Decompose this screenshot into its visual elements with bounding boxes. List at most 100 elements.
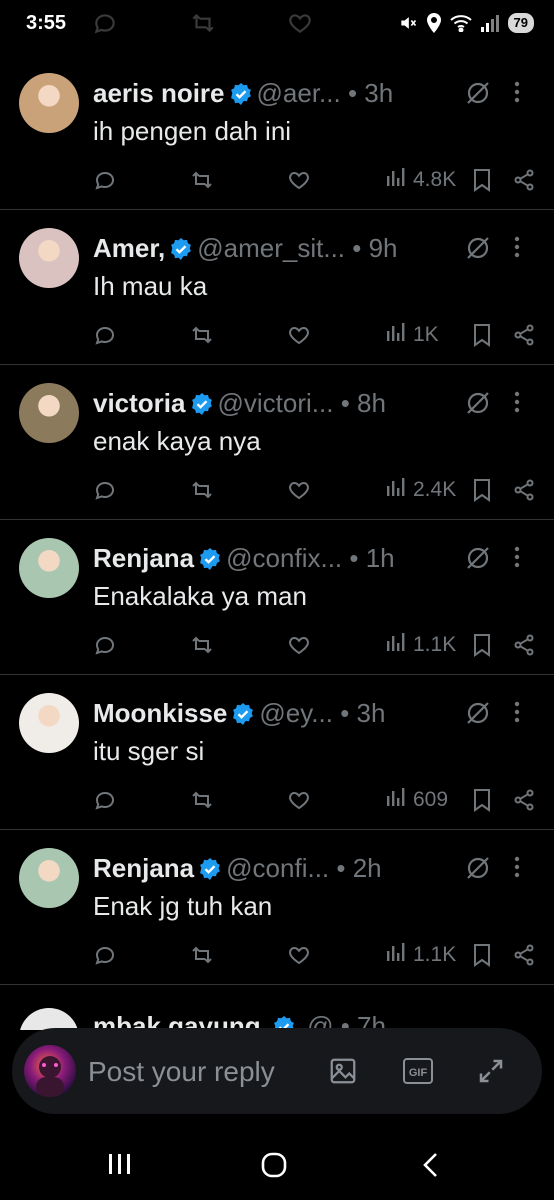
reply-icon[interactable] xyxy=(93,630,117,660)
tweet-author-handle: @amer_sit... xyxy=(197,233,346,263)
expand-icon[interactable] xyxy=(476,1056,506,1091)
retweet-icon[interactable] xyxy=(190,165,214,195)
tweet-time: 8h xyxy=(357,388,386,418)
views-icon xyxy=(385,941,407,969)
reply-icon[interactable] xyxy=(93,940,117,970)
bookmark-icon[interactable] xyxy=(471,785,493,815)
avatar[interactable] xyxy=(19,848,79,908)
views-button[interactable]: 4.8K xyxy=(385,165,456,195)
my-avatar[interactable] xyxy=(24,1045,76,1097)
recent-apps-button[interactable] xyxy=(106,1150,134,1183)
home-button[interactable] xyxy=(259,1150,289,1185)
views-icon xyxy=(385,631,407,659)
grok-icon[interactable] xyxy=(464,699,492,732)
reply-icon[interactable] xyxy=(93,475,117,505)
grok-icon[interactable] xyxy=(464,234,492,267)
like-icon[interactable] xyxy=(287,630,311,660)
tweet-row[interactable]: aeris noire @aer... • 3h ih pengen dah ini… xyxy=(0,55,554,210)
views-count: 609 xyxy=(413,788,449,811)
partial-tweet[interactable]: mbak gayung @ • 7h xyxy=(0,990,554,1030)
grok-icon[interactable] xyxy=(464,854,492,887)
tweet-actions: 2.4K xyxy=(93,475,538,505)
gif-label: GIF xyxy=(409,1067,428,1079)
bookmark-icon[interactable] xyxy=(471,475,493,505)
avatar[interactable] xyxy=(19,228,79,288)
bookmark-icon[interactable] xyxy=(471,630,493,660)
like-icon[interactable] xyxy=(287,940,311,970)
more-icon[interactable] xyxy=(514,856,520,883)
tweet-row[interactable]: Renjana @confix... • 1h Enakalaka ya man 1.… xyxy=(0,520,554,675)
reply-composer: GIF xyxy=(12,1028,542,1114)
views-button[interactable]: 1K xyxy=(385,320,439,350)
bookmark-icon[interactable] xyxy=(471,165,493,195)
views-button[interactable]: 609 xyxy=(385,785,448,815)
tweet-author-name[interactable]: victoria xyxy=(93,388,186,418)
avatar[interactable] xyxy=(19,1008,79,1030)
tweet-author-name[interactable]: Amer, xyxy=(93,233,165,263)
tweet-author-handle: @confix... xyxy=(226,543,343,573)
tweet-header: Moonkisse @ey... • 3h xyxy=(93,697,488,729)
like-icon[interactable] xyxy=(287,785,311,815)
views-icon xyxy=(385,321,407,349)
more-icon[interactable] xyxy=(514,236,520,263)
avatar[interactable] xyxy=(19,538,79,598)
like-icon[interactable] xyxy=(287,165,311,195)
views-button[interactable]: 1.1K xyxy=(385,940,456,970)
views-count: 1.1K xyxy=(413,943,457,966)
verified-icon xyxy=(198,856,222,884)
retweet-icon[interactable] xyxy=(190,940,214,970)
image-icon[interactable] xyxy=(328,1056,358,1091)
reply-icon[interactable] xyxy=(93,320,117,350)
tweet-text: Ih mau ka xyxy=(93,271,208,301)
more-icon[interactable] xyxy=(514,391,520,418)
more-icon[interactable] xyxy=(514,701,520,728)
like-icon[interactable] xyxy=(287,475,311,505)
views-button[interactable]: 1.1K xyxy=(385,630,456,660)
grok-icon[interactable] xyxy=(464,544,492,577)
more-icon[interactable] xyxy=(514,81,520,108)
share-icon[interactable] xyxy=(512,630,536,660)
battery-level: 79 xyxy=(507,13,534,33)
share-icon[interactable] xyxy=(512,320,536,350)
tweet-row[interactable]: Amer, @amer_sit... • 9h Ih mau ka 1K xyxy=(0,210,554,365)
more-icon[interactable] xyxy=(514,546,520,573)
tweet-time: 3h xyxy=(356,698,386,728)
tweet-author-name[interactable]: Moonkisse xyxy=(93,698,227,728)
tweet-time: 9h xyxy=(368,233,398,263)
avatar[interactable] xyxy=(19,73,79,133)
retweet-icon[interactable] xyxy=(190,320,214,350)
status-icons: 79 xyxy=(398,13,534,33)
bookmark-icon[interactable] xyxy=(471,320,493,350)
reply-icon[interactable] xyxy=(93,785,117,815)
avatar[interactable] xyxy=(19,693,79,753)
share-icon[interactable] xyxy=(512,940,536,970)
share-icon[interactable] xyxy=(512,475,536,505)
reply-icon[interactable] xyxy=(93,165,117,195)
views-button[interactable]: 2.4K xyxy=(385,475,456,505)
tweet-author-name[interactable]: aeris noire xyxy=(93,78,225,108)
grok-icon[interactable] xyxy=(464,389,492,422)
retweet-icon[interactable] xyxy=(190,630,214,660)
tweet-author-name[interactable]: Renjana xyxy=(93,543,194,573)
tweet-text: itu sger si xyxy=(93,736,205,766)
share-icon[interactable] xyxy=(512,785,536,815)
grok-icon[interactable] xyxy=(464,79,492,112)
tweet-text: enak kaya nya xyxy=(93,426,261,456)
tweet-row[interactable]: victoria @victori... • 8h enak kaya nya 2.4… xyxy=(0,365,554,520)
like-icon[interactable] xyxy=(287,320,311,350)
retweet-icon[interactable] xyxy=(190,475,214,505)
tweet-row[interactable]: Renjana @confi... • 2h Enak jg tuh kan 1.1K xyxy=(0,830,554,985)
like-icon xyxy=(287,10,313,41)
back-button[interactable] xyxy=(418,1150,444,1185)
bookmark-icon[interactable] xyxy=(471,940,493,970)
share-icon[interactable] xyxy=(512,165,536,195)
tweet-row[interactable]: Moonkisse @ey... • 3h itu sger si 609 xyxy=(0,675,554,830)
wifi-icon xyxy=(449,15,472,32)
avatar[interactable] xyxy=(19,383,79,443)
reply-input[interactable] xyxy=(86,1052,320,1092)
tweet-author-name[interactable]: Renjana xyxy=(93,853,194,883)
tweet-header: Renjana @confix... • 1h xyxy=(93,542,488,574)
retweet-icon[interactable] xyxy=(190,785,214,815)
tweet-header: Amer, @amer_sit... • 9h xyxy=(93,232,488,264)
gif-icon[interactable]: GIF xyxy=(402,1056,434,1091)
